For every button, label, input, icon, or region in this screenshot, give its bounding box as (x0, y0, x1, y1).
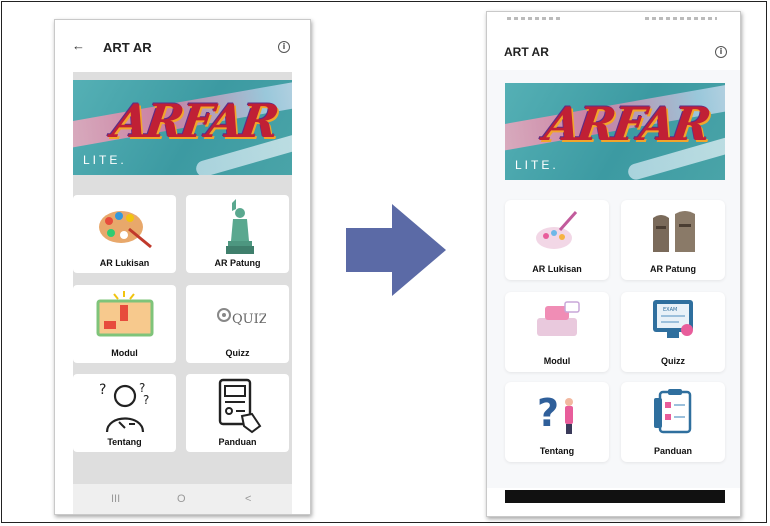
moai-statue-icon (653, 211, 695, 252)
tile-label: AR Patung (214, 258, 261, 268)
back-arrow-icon[interactable]: ← (72, 38, 85, 53)
system-nav-bar: III O < (73, 484, 292, 514)
banner-subtitle: LITE. (83, 153, 127, 167)
tile-ar-patung[interactable]: AR Patung (621, 200, 725, 280)
palette-brush-icon (536, 211, 578, 249)
svg-text:?: ? (143, 393, 149, 407)
app-title: ART AR (504, 45, 549, 59)
svg-text:EXAM: EXAM (663, 307, 677, 313)
tile-label: Tentang (107, 437, 142, 447)
app-bar: ← ART AR i (55, 20, 310, 72)
module-board-icon (96, 291, 153, 337)
chat-book-icon (537, 301, 580, 336)
tile-label: Panduan (653, 446, 692, 456)
banner-logo: ARFAR (109, 94, 280, 148)
tile-ar-lukisan[interactable]: AR Lukisan (73, 195, 176, 273)
svg-text:QUIZ: QUIZ (232, 312, 266, 327)
tile-panduan[interactable]: Panduan (621, 382, 725, 462)
arfar-lite-banner: ARFAR LITE. (73, 80, 292, 175)
tile-quizz[interactable]: EXAM Quizz (621, 292, 725, 372)
tile-modul[interactable]: Modul (505, 292, 609, 372)
checklist-icon (654, 389, 692, 434)
question-person-icon: ? (537, 391, 573, 435)
tile-label: Quizz (225, 348, 250, 358)
tile-modul[interactable]: Modul (73, 285, 176, 363)
tile-label: Tentang (539, 446, 575, 456)
left-phone-screenshot: ← ART AR i ARFAR LITE. AR Lukisan AR Pat… (54, 19, 311, 515)
info-icon[interactable]: i (278, 41, 290, 53)
tile-ar-patung[interactable]: AR Patung (186, 195, 289, 273)
tile-tentang[interactable]: ? Tentang (505, 382, 609, 462)
banner-logo: ARFAR (541, 97, 712, 151)
thinking-person-icon: ? ? ? (99, 381, 149, 433)
info-icon[interactable]: i (715, 46, 727, 58)
arfar-lite-banner: ARFAR LITE. (505, 83, 725, 180)
guide-document-icon (218, 378, 261, 434)
tile-label: AR Lukisan (99, 258, 150, 268)
svg-text:?: ? (537, 391, 559, 435)
transition-arrow-icon (346, 204, 446, 296)
banner-subtitle: LITE. (515, 158, 559, 172)
recents-button[interactable]: III (111, 493, 120, 505)
tile-quizz[interactable]: QUIZ Quizz (186, 285, 289, 363)
statue-icon (225, 199, 254, 254)
right-phone-screenshot: ART AR i ARFAR LITE. AR Lukisan AR Patun… (486, 11, 741, 517)
tile-label: AR Patung (650, 264, 696, 274)
palette-icon (98, 211, 152, 249)
tile-label: Modul (111, 348, 138, 358)
home-button[interactable]: O (177, 493, 186, 505)
tile-label: Panduan (218, 437, 257, 447)
quiz-icon: QUIZ (216, 308, 266, 327)
tile-label: Modul (543, 356, 571, 366)
app-title: ART AR (103, 40, 152, 55)
tile-ar-lukisan[interactable]: AR Lukisan (505, 200, 609, 280)
exam-monitor-icon: EXAM (653, 300, 693, 338)
status-bar (487, 12, 740, 28)
tile-label: Quizz (661, 356, 685, 366)
svg-text:?: ? (99, 382, 106, 398)
nav-back-button[interactable]: < (245, 493, 251, 505)
tile-tentang[interactable]: ? ? ? Tentang (73, 374, 176, 452)
system-nav-bar (505, 490, 725, 503)
tile-label: AR Lukisan (532, 264, 582, 274)
tile-panduan[interactable]: Panduan (186, 374, 289, 452)
